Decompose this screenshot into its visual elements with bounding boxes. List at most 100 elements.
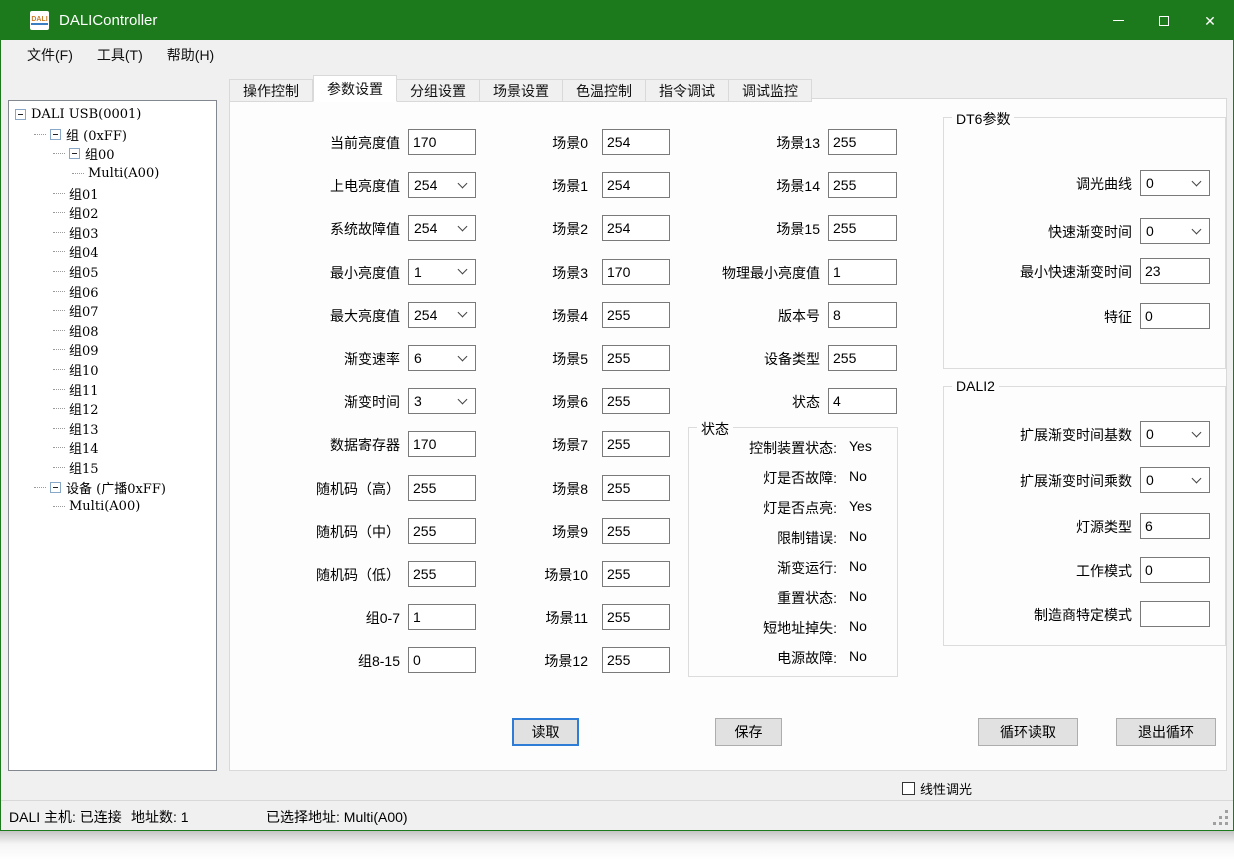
field-input[interactable]: [1140, 601, 1210, 627]
tab-6[interactable]: 调试监控: [729, 79, 812, 102]
field-input[interactable]: [828, 345, 897, 371]
tree-item[interactable]: 设备 (广播0xFF): [9, 477, 216, 497]
field-input[interactable]: [828, 172, 897, 198]
checkbox-box-icon: [902, 782, 915, 795]
tree-item[interactable]: 组11: [9, 379, 216, 399]
close-button[interactable]: ✕: [1187, 1, 1233, 40]
field-input[interactable]: [602, 259, 670, 285]
maximize-button[interactable]: [1141, 1, 1187, 40]
field-combo[interactable]: 254: [408, 302, 476, 328]
field-label: 工作模式: [944, 561, 1132, 581]
tree-item[interactable]: 组09: [9, 340, 216, 360]
tab-2[interactable]: 分组设置: [397, 79, 480, 102]
field-input[interactable]: [408, 129, 476, 155]
collapse-icon[interactable]: [50, 482, 61, 493]
status-value: No: [849, 528, 867, 544]
field-label: 场景6: [530, 392, 588, 412]
tab-0[interactable]: 操作控制: [229, 79, 313, 102]
field-input[interactable]: [1140, 557, 1210, 583]
tab-3[interactable]: 场景设置: [480, 79, 563, 102]
field-input[interactable]: [602, 518, 670, 544]
tree-item[interactable]: DALI USB(0001): [9, 105, 216, 125]
field-label: 灯源类型: [944, 517, 1132, 537]
field-label: 场景13: [685, 133, 820, 153]
field-input[interactable]: [408, 604, 476, 630]
field-input[interactable]: [408, 475, 476, 501]
tree-item[interactable]: 组06: [9, 281, 216, 301]
save-button[interactable]: 保存: [715, 718, 782, 746]
field-input[interactable]: [408, 518, 476, 544]
field-combo[interactable]: 0: [1140, 170, 1210, 196]
field-combo[interactable]: 254: [408, 215, 476, 241]
field-combo[interactable]: 0: [1140, 421, 1210, 447]
tree-item[interactable]: 组12: [9, 399, 216, 419]
field-input[interactable]: [602, 561, 670, 587]
field-input[interactable]: [408, 431, 476, 457]
field-input[interactable]: [828, 129, 897, 155]
linear-dim-checkbox[interactable]: 线性调光: [902, 779, 972, 798]
field-input[interactable]: [602, 215, 670, 241]
collapse-icon[interactable]: [69, 148, 80, 159]
read-button[interactable]: 读取: [512, 718, 579, 746]
field-combo[interactable]: 0: [1140, 218, 1210, 244]
tree-item[interactable]: 组14: [9, 438, 216, 458]
tree-item[interactable]: 组15: [9, 458, 216, 478]
tab-1[interactable]: 参数设置: [313, 75, 397, 102]
field-input[interactable]: [602, 302, 670, 328]
tab-4[interactable]: 色温控制: [563, 79, 646, 102]
cycle-read-button[interactable]: 循环读取: [978, 718, 1078, 746]
field-input[interactable]: [602, 388, 670, 414]
field-input[interactable]: [828, 388, 897, 414]
field-input[interactable]: [602, 647, 670, 673]
field-combo[interactable]: 3: [408, 388, 476, 414]
tree-item[interactable]: Multi(A00): [9, 164, 216, 184]
tree-item[interactable]: 组13: [9, 419, 216, 439]
field-input[interactable]: [602, 129, 670, 155]
tab-5[interactable]: 指令调试: [646, 79, 729, 102]
tree-item[interactable]: 组10: [9, 360, 216, 380]
field-input[interactable]: [1140, 258, 1210, 284]
field-input[interactable]: [408, 561, 476, 587]
minimize-button[interactable]: [1095, 1, 1141, 40]
tree-item[interactable]: Multi(A00): [9, 497, 216, 517]
tree-item[interactable]: 组08: [9, 321, 216, 341]
resize-grip-icon[interactable]: [1213, 810, 1229, 826]
tree-connector: [34, 487, 46, 488]
field-input[interactable]: [602, 431, 670, 457]
tree-connector: [53, 232, 65, 233]
tree-item[interactable]: 组02: [9, 203, 216, 223]
tree-item[interactable]: 组01: [9, 183, 216, 203]
field-input[interactable]: [602, 604, 670, 630]
device-tree: DALI USB(0001)组 (0xFF)组00Multi(A00)组01组0…: [8, 100, 217, 771]
field-input[interactable]: [408, 647, 476, 673]
tree-item[interactable]: 组 (0xFF): [9, 125, 216, 145]
field-label: 特征: [944, 307, 1132, 327]
menu-item-2[interactable]: 帮助(H): [155, 41, 226, 69]
field-combo[interactable]: 6: [408, 345, 476, 371]
menu-item-0[interactable]: 文件(F): [15, 41, 85, 69]
field-input[interactable]: [1140, 303, 1210, 329]
tree-item[interactable]: 组00: [9, 144, 216, 164]
collapse-icon[interactable]: [15, 109, 26, 120]
tree-item[interactable]: 组04: [9, 242, 216, 262]
field-input[interactable]: [828, 215, 897, 241]
field-input[interactable]: [828, 259, 897, 285]
field-input[interactable]: [1140, 513, 1210, 539]
collapse-icon[interactable]: [50, 129, 61, 140]
close-icon: ✕: [1204, 14, 1216, 28]
field-input[interactable]: [602, 172, 670, 198]
exit-cycle-button[interactable]: 退出循环: [1116, 718, 1216, 746]
chevron-down-icon: [1192, 224, 1202, 234]
field-input[interactable]: [602, 475, 670, 501]
field-combo[interactable]: 254: [408, 172, 476, 198]
menu-item-1[interactable]: 工具(T): [85, 41, 155, 69]
tree-connector: [34, 134, 46, 135]
field-combo[interactable]: 1: [408, 259, 476, 285]
field-input[interactable]: [602, 345, 670, 371]
tree-item[interactable]: 组05: [9, 262, 216, 282]
tree-item[interactable]: 组03: [9, 223, 216, 243]
tree-item[interactable]: 组07: [9, 301, 216, 321]
field-combo[interactable]: 0: [1140, 467, 1210, 493]
app-icon: DALI: [30, 11, 49, 30]
field-input[interactable]: [828, 302, 897, 328]
